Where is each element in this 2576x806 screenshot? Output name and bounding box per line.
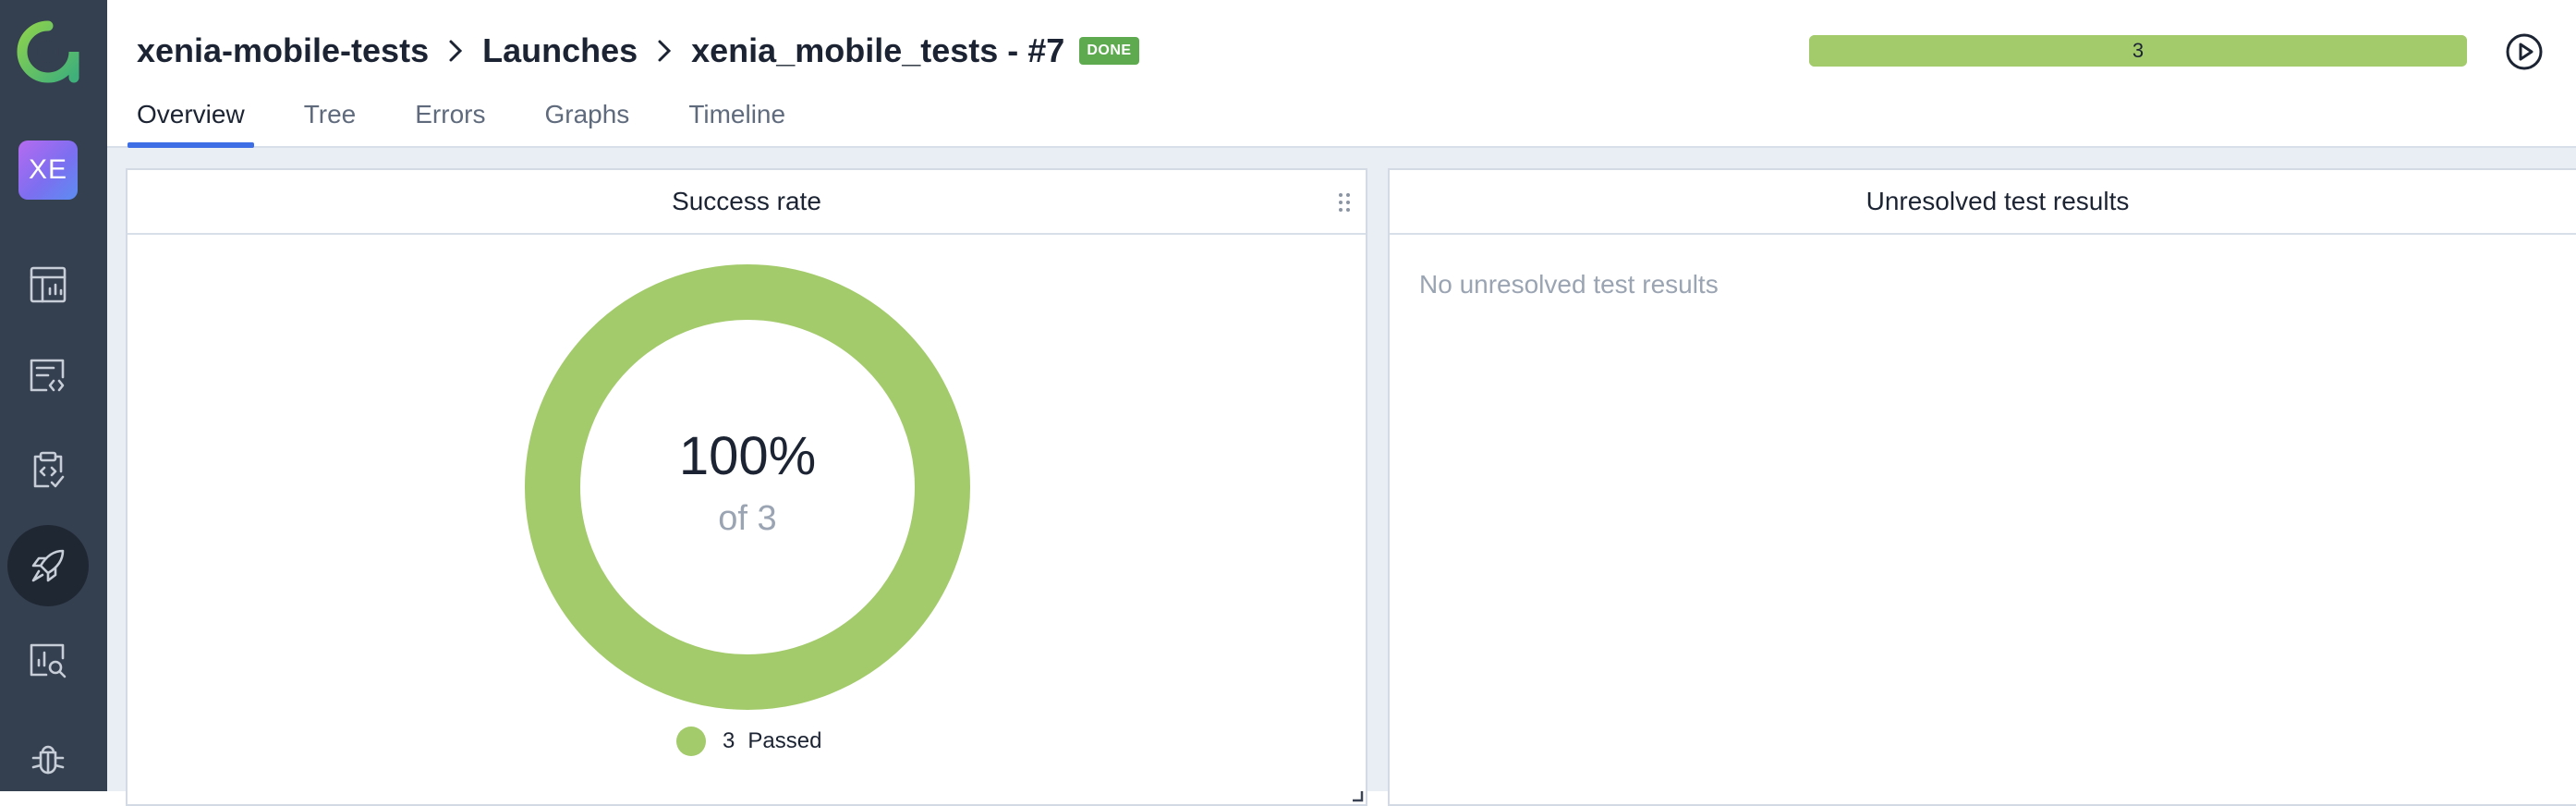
status-badge: DONE [1079,37,1139,65]
tab-timeline[interactable]: Timeline [679,92,795,148]
overview-content: Success rate 100% of 3 3 Passed Unresolv… [107,148,2576,806]
widget-title: Success rate [672,187,821,215]
donut-chart [525,264,970,710]
legend-count: 3 [723,728,735,753]
tab-errors[interactable]: Errors [406,92,494,148]
widget-title: Unresolved test results [1865,187,2130,215]
chevron-right-icon [447,38,464,64]
defects-bug-icon[interactable] [20,730,76,786]
tab-tree[interactable]: Tree [295,92,366,148]
breadcrumb: xenia-mobile-tests Launches xenia_mobile… [137,28,1139,74]
success-total: of 3 [718,499,777,538]
analytics-search-icon[interactable] [20,632,76,688]
legend-dot [676,727,706,756]
tab-overview[interactable]: Overview [128,92,254,148]
unresolved-results-widget: Unresolved test results No unresolved te… [1388,168,2576,806]
launches-rocket-icon[interactable] [7,525,89,606]
test-cases-icon[interactable] [20,348,76,403]
launch-progress-bar: 3 [1809,35,2467,67]
legend-label: Passed [747,728,822,753]
launch-header: xenia-mobile-tests Launches xenia_mobile… [107,0,2576,148]
breadcrumb-launches[interactable]: Launches [482,31,638,70]
test-plans-icon[interactable] [20,442,76,497]
empty-state-text: No unresolved test results [1419,270,1719,299]
breadcrumb-project[interactable]: xenia-mobile-tests [137,31,429,70]
legend-item-passed: 3 Passed [676,727,821,756]
drag-handle-icon[interactable] [1338,192,1351,213]
resize-handle-icon[interactable] [1351,789,1364,802]
widget-header: Unresolved test results [1390,170,2576,235]
success-percent: 100% [678,426,817,486]
play-circle-icon[interactable] [2504,31,2545,72]
widget-header: Success rate [128,170,1366,235]
chevron-right-icon [656,38,673,64]
breadcrumb-launch-name: xenia_mobile_tests - #7 [691,31,1065,69]
allure-logo-icon[interactable] [17,20,79,83]
project-avatar[interactable]: XE [18,140,78,200]
tab-graphs[interactable]: Graphs [535,92,638,148]
success-rate-donut: 100% of 3 [523,263,972,712]
success-rate-widget: Success rate 100% of 3 3 Passed [126,168,1367,806]
donut-passed-segment [525,264,970,710]
progress-label: 3 [2132,39,2145,62]
dashboard-icon[interactable] [20,257,76,312]
launch-tabs: Overview Tree Errors Graphs Timeline [128,92,835,148]
sidebar: XE [0,0,107,791]
